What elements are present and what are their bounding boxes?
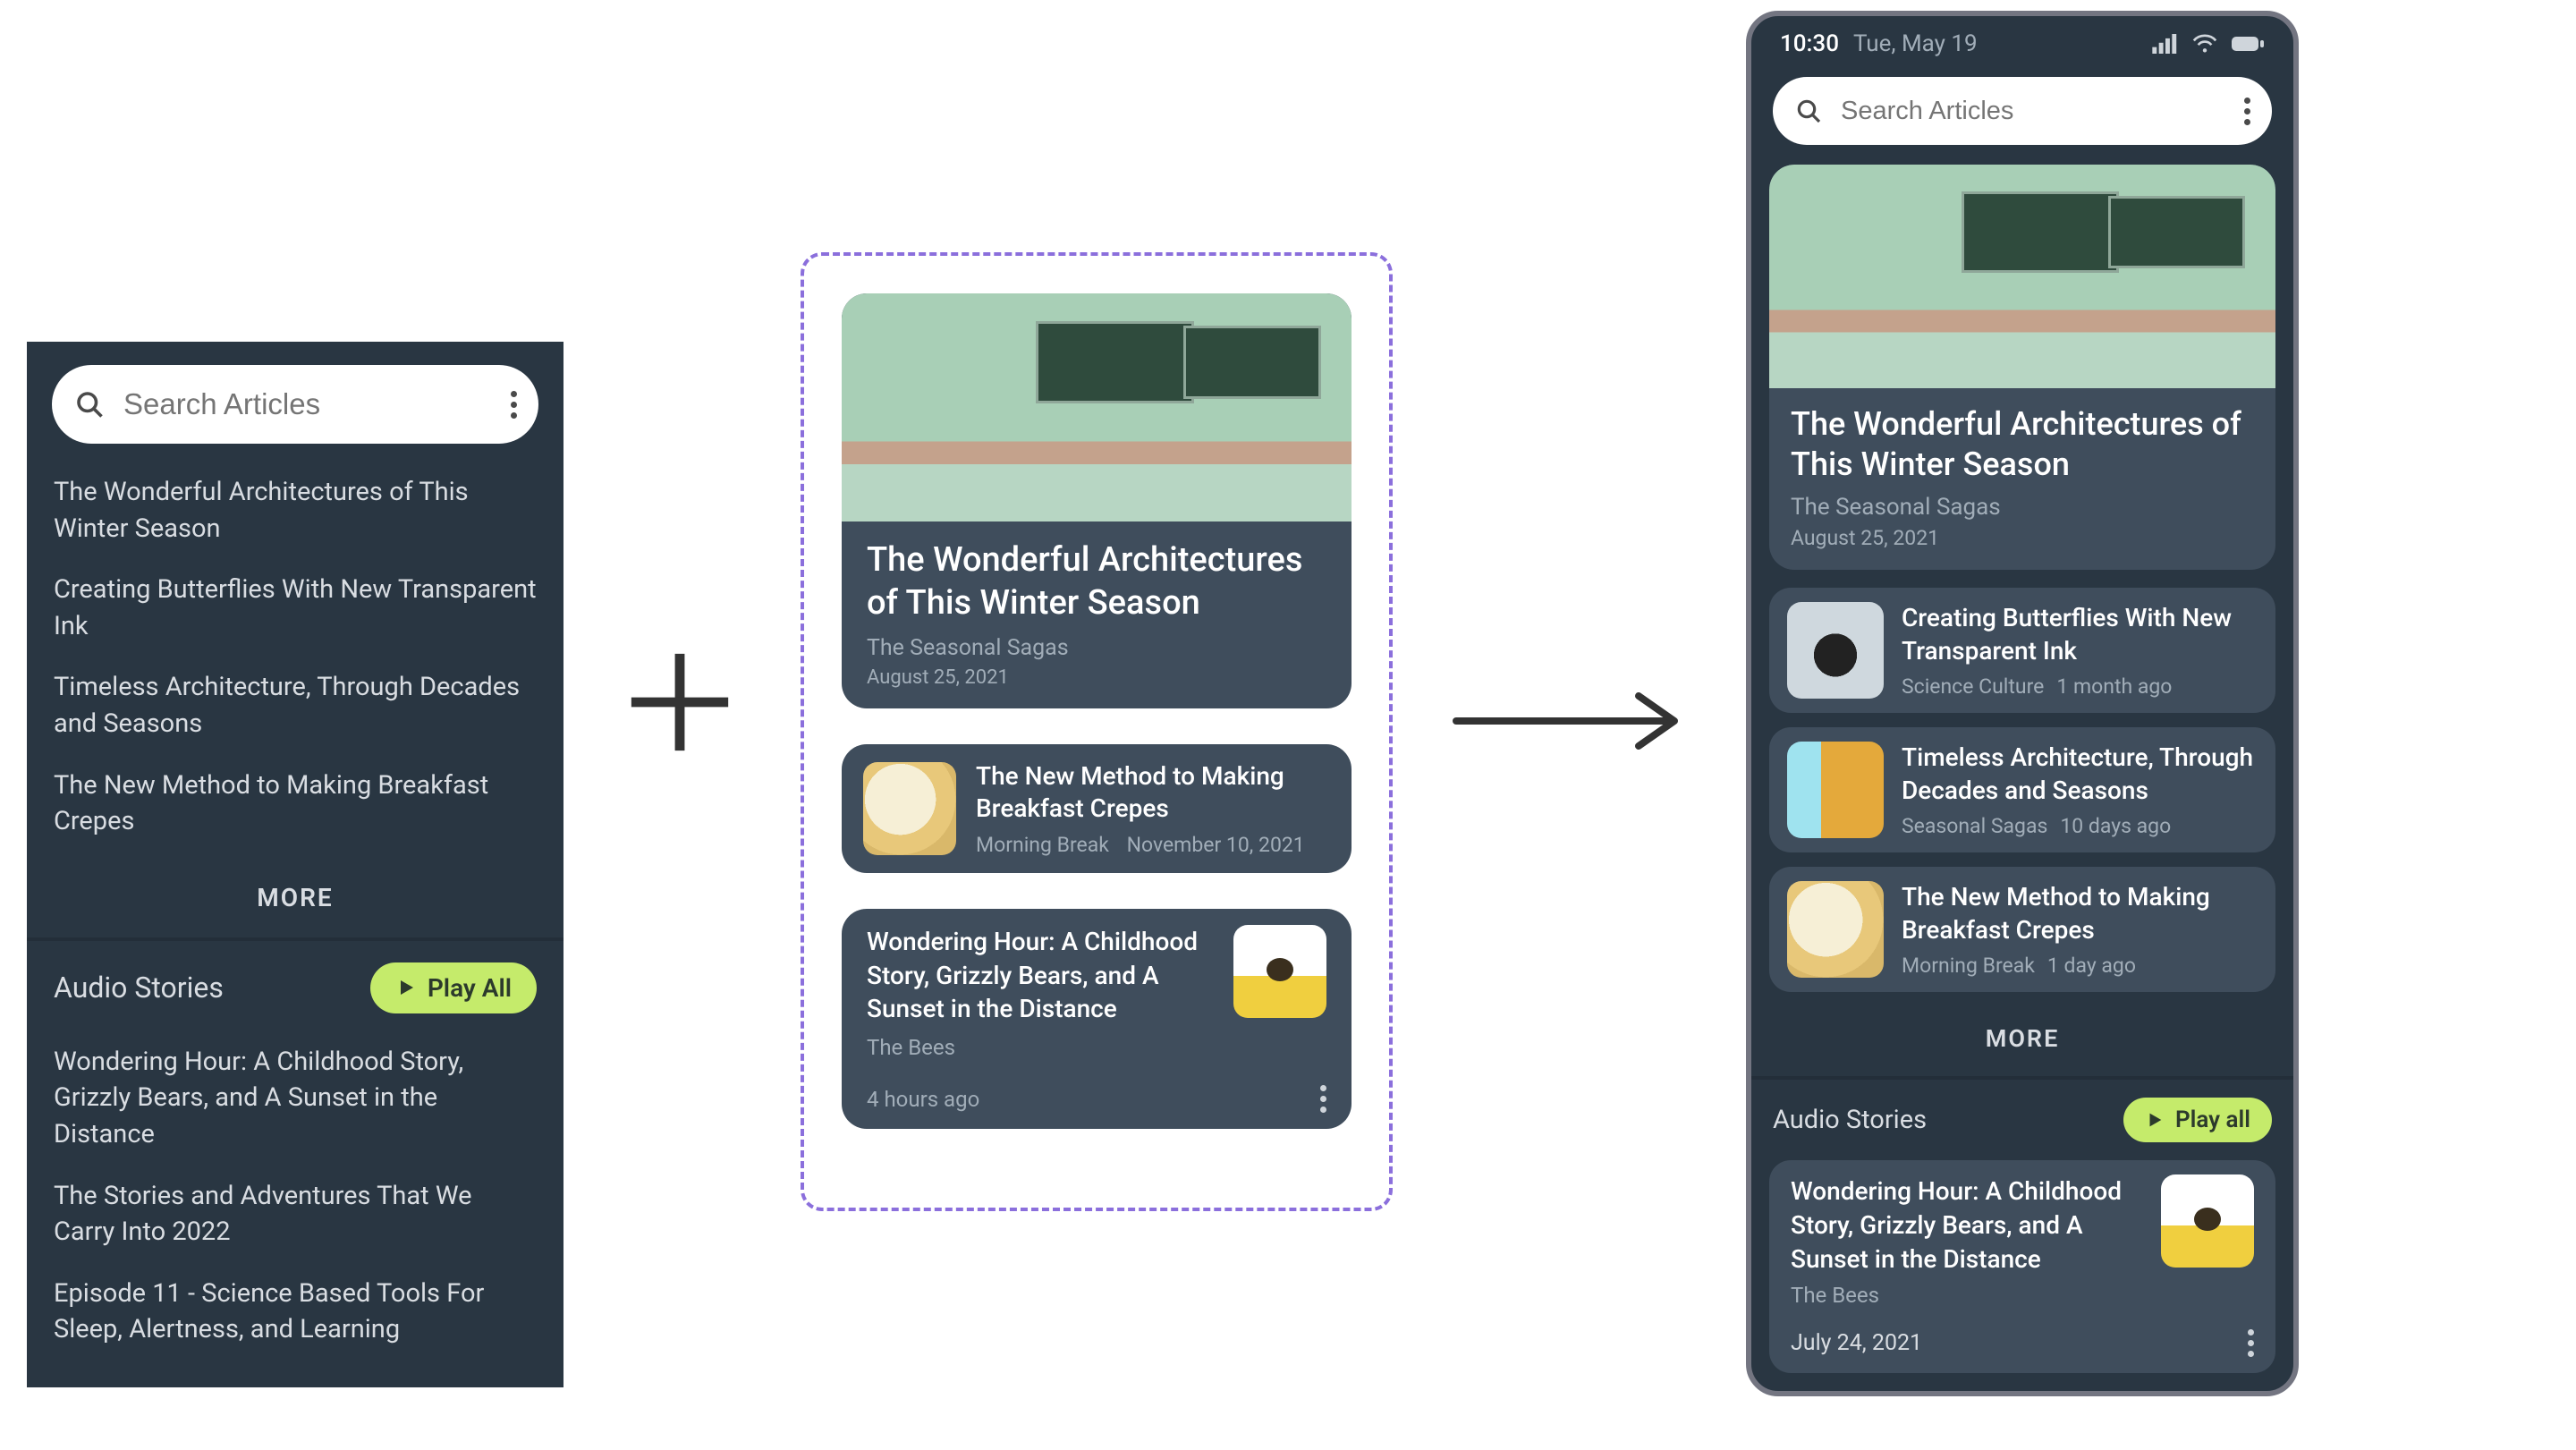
more-icon[interactable] [1320, 1085, 1326, 1113]
article-list: Creating Butterflies With New Transparen… [1769, 588, 2275, 992]
article-date: 4 hours ago [867, 1087, 979, 1112]
more-button[interactable]: MORE [27, 861, 564, 937]
article-card-hero[interactable]: The Wonderful Architectures of This Wint… [1769, 165, 2275, 570]
article-title: The Wonderful Architectures of This Wint… [867, 539, 1326, 624]
article-title: Creating Butterflies With New Transparen… [1902, 602, 2258, 667]
article-source: Morning Break [976, 833, 1109, 857]
audio-date: July 24, 2021 [1791, 1330, 1922, 1356]
battery-icon [2231, 35, 2265, 53]
article-date: November 10, 2021 [1127, 833, 1305, 857]
article-date: 1 day ago [2047, 954, 2136, 978]
more-button[interactable]: MORE [1751, 1006, 2293, 1076]
audio-thumb [2161, 1174, 2254, 1268]
article-card-row-thumb-left[interactable]: The New Method to Making Breakfast Crepe… [842, 744, 1352, 873]
status-bar: 10:30 Tue, May 19 [1751, 16, 2293, 64]
more-icon[interactable] [511, 391, 517, 419]
play-all-label: Play all [2175, 1107, 2250, 1133]
more-icon[interactable] [2248, 1329, 2254, 1357]
article-card-row[interactable]: Timeless Architecture, Through Decades a… [1769, 727, 2275, 852]
article-list: The Wonderful Architectures of This Wint… [27, 444, 564, 861]
article-source: Seasonal Sagas [1902, 814, 2047, 838]
article-source: Morning Break [1902, 954, 2035, 978]
audio-title: Wondering Hour: A Childhood Story, Grizz… [1791, 1174, 2143, 1276]
audio-source: The Bees [1791, 1283, 2254, 1308]
play-all-label: Play All [428, 973, 512, 1003]
play-icon [2145, 1110, 2165, 1130]
article-source: Science Culture [1902, 674, 2044, 699]
article-card-row-thumb-right[interactable]: Wondering Hour: A Childhood Story, Grizz… [842, 909, 1352, 1129]
article-date: 10 days ago [2060, 814, 2171, 838]
audio-section-title: Audio Stories [54, 971, 224, 1005]
audio-item[interactable]: Episode 11 - Science Based Tools For Sle… [54, 1263, 537, 1361]
article-title: Timeless Architecture, Through Decades a… [1902, 742, 2258, 807]
panel-basic-list: The Wonderful Architectures of This Wint… [27, 342, 564, 1387]
article-thumb [1233, 925, 1326, 1018]
audio-item[interactable]: The Stories and Adventures That We Carry… [54, 1166, 537, 1263]
article-date: 1 month ago [2056, 674, 2172, 699]
status-time: 10:30 [1780, 30, 1839, 57]
search-input[interactable] [122, 386, 511, 422]
play-icon [395, 977, 417, 998]
search-input[interactable] [1839, 96, 2244, 127]
audio-header: Audio Stories Play All [27, 941, 564, 1024]
article-date: August 25, 2021 [867, 666, 1326, 689]
article-source: The Bees [867, 1035, 1326, 1060]
article-thumb [863, 762, 956, 855]
search-bar[interactable] [52, 365, 538, 444]
plus-icon [622, 644, 738, 760]
audio-item[interactable]: Wondering Hour: A Childhood Story, Grizz… [54, 1031, 537, 1166]
article-title: Wondering Hour: A Childhood Story, Grizz… [867, 925, 1214, 1026]
search-bar[interactable] [1773, 77, 2272, 145]
article-thumb [1787, 881, 1884, 978]
search-icon [1794, 97, 1823, 125]
audio-header: Audio Stories Play all [1751, 1080, 2293, 1153]
article-card-row[interactable]: Creating Butterflies With New Transparen… [1769, 588, 2275, 713]
play-all-button[interactable]: Play All [370, 962, 537, 1013]
phone-mock: 10:30 Tue, May 19 The Wonderful Architec… [1746, 11, 2299, 1396]
article-title: The New Method to Making Breakfast Crepe… [976, 760, 1330, 826]
article-thumb [1787, 602, 1884, 699]
arrow-right-icon [1449, 685, 1690, 757]
article-item[interactable]: The Wonderful Architectures of This Wint… [54, 462, 537, 559]
article-title: The Wonderful Architectures of This Wint… [1791, 404, 2254, 485]
search-icon [73, 388, 106, 420]
article-card-hero[interactable]: The Wonderful Architectures of This Wint… [842, 293, 1352, 708]
audio-list: Wondering Hour: A Childhood Story, Grizz… [27, 1024, 564, 1387]
article-title: The New Method to Making Breakfast Crepe… [1902, 881, 2258, 946]
audio-card[interactable]: Wondering Hour: A Childhood Story, Grizz… [1769, 1160, 2275, 1373]
article-hero-image [842, 293, 1352, 521]
article-date: August 25, 2021 [1791, 526, 2254, 550]
article-item[interactable]: Creating Butterflies With New Transparen… [54, 559, 537, 657]
panel-card-variants: The Wonderful Architectures of This Wint… [801, 252, 1393, 1211]
play-all-button[interactable]: Play all [2123, 1098, 2272, 1142]
article-source: The Seasonal Sagas [867, 635, 1326, 661]
article-item[interactable]: Timeless Architecture, Through Decades a… [54, 657, 537, 754]
article-source: The Seasonal Sagas [1791, 494, 2254, 521]
article-card-row[interactable]: The New Method to Making Breakfast Crepe… [1769, 867, 2275, 992]
wifi-icon [2191, 34, 2218, 54]
more-icon[interactable] [2244, 98, 2250, 125]
status-date: Tue, May 19 [1853, 30, 1978, 57]
article-hero-image [1769, 165, 2275, 388]
article-item[interactable]: The New Method to Making Breakfast Crepe… [54, 755, 537, 852]
signal-icon [2152, 34, 2179, 54]
audio-section-title: Audio Stories [1773, 1105, 1927, 1135]
article-thumb [1787, 742, 1884, 838]
